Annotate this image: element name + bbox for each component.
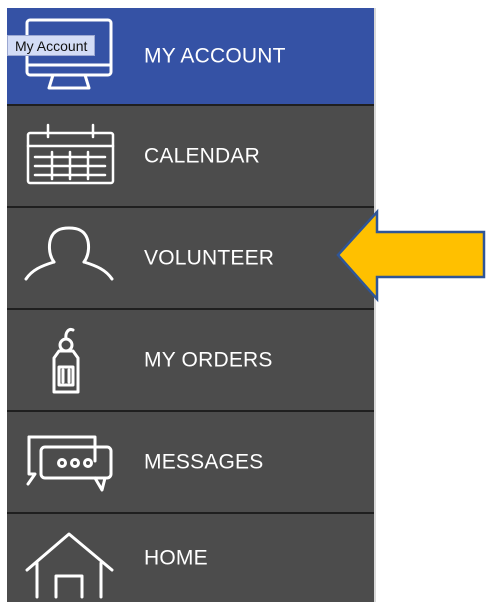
menu-item-calendar[interactable]: CALENDAR (7, 106, 374, 206)
monitor-icon (7, 8, 131, 104)
menu-label-messages: MESSAGES (144, 450, 264, 474)
menu-item-volunteer[interactable]: VOLUNTEER (7, 208, 374, 308)
menu-label-volunteer: VOLUNTEER (144, 246, 275, 270)
menu-item-home[interactable]: HOME (7, 514, 374, 602)
pointer-arrow-icon (336, 208, 486, 303)
chat-bubble-icon (7, 412, 131, 512)
price-tag-icon (7, 310, 131, 410)
navigation-menu: MY ACCOUNT CALENDAR VOLUNTEER MY ORDERS … (7, 8, 374, 602)
menu-label-home: HOME (144, 546, 208, 570)
my-account-tooltip: My Account (7, 35, 96, 56)
menu-label-my-orders: MY ORDERS (144, 348, 273, 372)
menu-item-my-account[interactable]: MY ACCOUNT (7, 8, 374, 104)
menu-item-messages[interactable]: MESSAGES (7, 412, 374, 512)
person-icon (7, 208, 131, 308)
screenshot-frame: MY ACCOUNT CALENDAR VOLUNTEER MY ORDERS … (0, 0, 490, 602)
menu-scrollbar[interactable] (374, 8, 376, 602)
menu-label-calendar: CALENDAR (144, 144, 260, 168)
menu-label-my-account: MY ACCOUNT (144, 44, 286, 68)
menu-item-my-orders[interactable]: MY ORDERS (7, 310, 374, 410)
calendar-icon (7, 106, 131, 206)
home-icon (7, 514, 131, 602)
